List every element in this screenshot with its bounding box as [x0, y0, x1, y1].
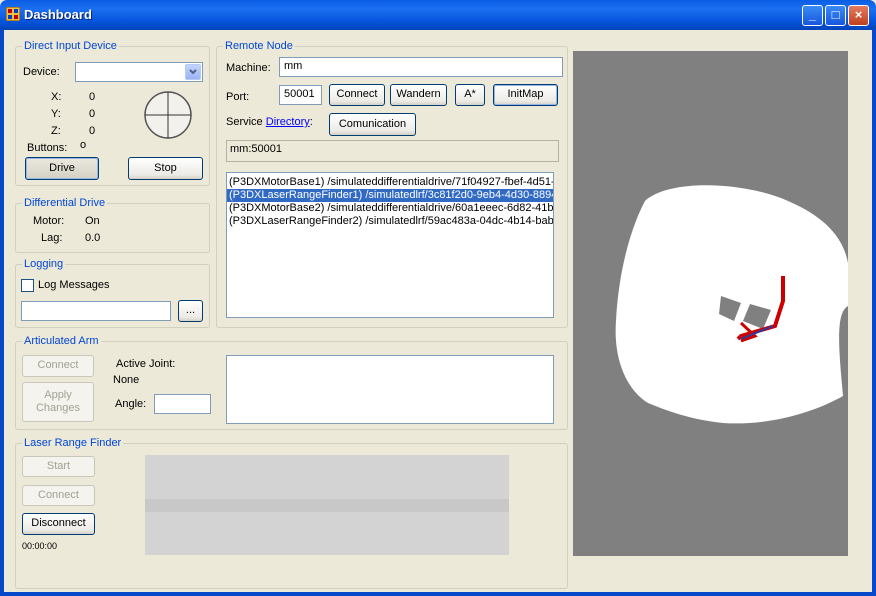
astar-button[interactable]: A*: [455, 84, 485, 106]
direct-input-group-label: Direct Input Device: [22, 40, 119, 52]
lag-label: Lag:: [41, 232, 63, 244]
log-path-input[interactable]: [21, 301, 171, 321]
service-list-item[interactable]: (P3DXMotorBase2) /simulateddifferentiald…: [227, 202, 553, 215]
machine-input[interactable]: mm: [279, 57, 563, 77]
y-value: 0: [89, 108, 96, 120]
z-value: 0: [89, 125, 96, 137]
port-label: Port:: [226, 91, 250, 103]
lrf-elapsed-time: 00:00:00: [22, 541, 58, 551]
directory-link[interactable]: Directory: [266, 116, 310, 128]
wander-button[interactable]: Wandern: [390, 84, 447, 106]
stop-button[interactable]: Stop: [128, 157, 203, 180]
title-bar[interactable]: [0, 0, 876, 30]
laser-scan-band: [145, 499, 509, 512]
active-joint-label: Active Joint:: [116, 358, 176, 370]
y-label: Y:: [51, 108, 61, 120]
arm-joint-list[interactable]: [226, 355, 554, 424]
remote-node-group-label: Remote Node: [223, 40, 295, 52]
apply-changes-line1: Apply: [44, 388, 72, 401]
lrf-start-button[interactable]: Start: [22, 456, 95, 477]
window-frame-left: [0, 30, 4, 596]
browse-button[interactable]: ...: [178, 300, 203, 322]
differential-drive-group-label: Differential Drive: [22, 197, 108, 209]
minimize-button[interactable]: _: [802, 5, 823, 26]
window-title: Dashboard: [24, 7, 92, 22]
device-select[interactable]: [75, 62, 203, 82]
service-list[interactable]: (P3DXMotorBase1) /simulateddifferentiald…: [226, 172, 554, 318]
maximize-button[interactable]: □: [825, 5, 846, 26]
apply-changes-button[interactable]: Apply Changes: [22, 382, 94, 422]
initmap-button[interactable]: InitMap: [493, 84, 558, 106]
x-value: 0: [89, 91, 96, 103]
buttons-label: Buttons:: [27, 142, 68, 154]
communication-button[interactable]: Comunication: [329, 113, 416, 136]
laser-range-finder-group-label: Laser Range Finder: [22, 437, 124, 449]
log-messages-checkbox[interactable]: [21, 279, 34, 292]
differential-drive-group: [15, 203, 210, 253]
service-list-item-selected[interactable]: (P3DXLaserRangeFinder1) /simulatedlrf/3c…: [227, 189, 553, 202]
apply-changes-line2: Changes: [35, 402, 81, 414]
buttons-value: o: [80, 139, 87, 151]
motor-value: On: [85, 215, 100, 227]
device-label: Device:: [23, 66, 60, 78]
lrf-connect-button[interactable]: Connect: [22, 485, 95, 506]
articulated-arm-group-label: Articulated Arm: [22, 335, 101, 347]
service-colon: :: [309, 116, 313, 128]
app-icon: [6, 7, 20, 21]
motor-label: Motor:: [33, 215, 65, 227]
machine-label: Machine:: [226, 62, 271, 74]
dropdown-button[interactable]: [185, 64, 201, 80]
arm-connect-button[interactable]: Connect: [22, 355, 94, 377]
minimize-icon: _: [808, 7, 817, 22]
laser-scan-display: [145, 455, 509, 555]
window-frame-bottom: [0, 592, 876, 596]
service-list-item[interactable]: (P3DXLaserRangeFinder2) /simulatedlrf/59…: [227, 215, 553, 228]
angle-label: Angle:: [115, 398, 147, 410]
address-readonly-field: mm:50001: [226, 140, 559, 162]
active-joint-value: None: [113, 374, 140, 386]
x-label: X:: [51, 91, 62, 103]
log-messages-label[interactable]: Log Messages: [38, 279, 110, 291]
angle-input[interactable]: [154, 394, 211, 414]
chevron-down-icon: [189, 69, 197, 75]
service-directory-label: Service Directory:: [226, 116, 313, 128]
lrf-disconnect-button[interactable]: Disconnect: [22, 513, 95, 535]
logging-group-label: Logging: [22, 258, 66, 270]
lag-value: 0.0: [85, 232, 101, 244]
service-label: Service: [226, 116, 263, 128]
close-icon: ×: [854, 7, 863, 22]
connect-button[interactable]: Connect: [329, 84, 385, 106]
port-input[interactable]: 50001: [279, 85, 322, 105]
close-button[interactable]: ×: [848, 5, 869, 26]
window-frame-right: [872, 30, 876, 596]
occupancy-map[interactable]: [573, 51, 848, 556]
drive-button[interactable]: Drive: [25, 157, 99, 180]
joystick-crosshair-icon[interactable]: [142, 89, 194, 141]
service-list-item[interactable]: (P3DXMotorBase1) /simulateddifferentiald…: [227, 176, 553, 189]
maximize-icon: □: [831, 7, 840, 22]
z-label: Z:: [51, 125, 61, 137]
